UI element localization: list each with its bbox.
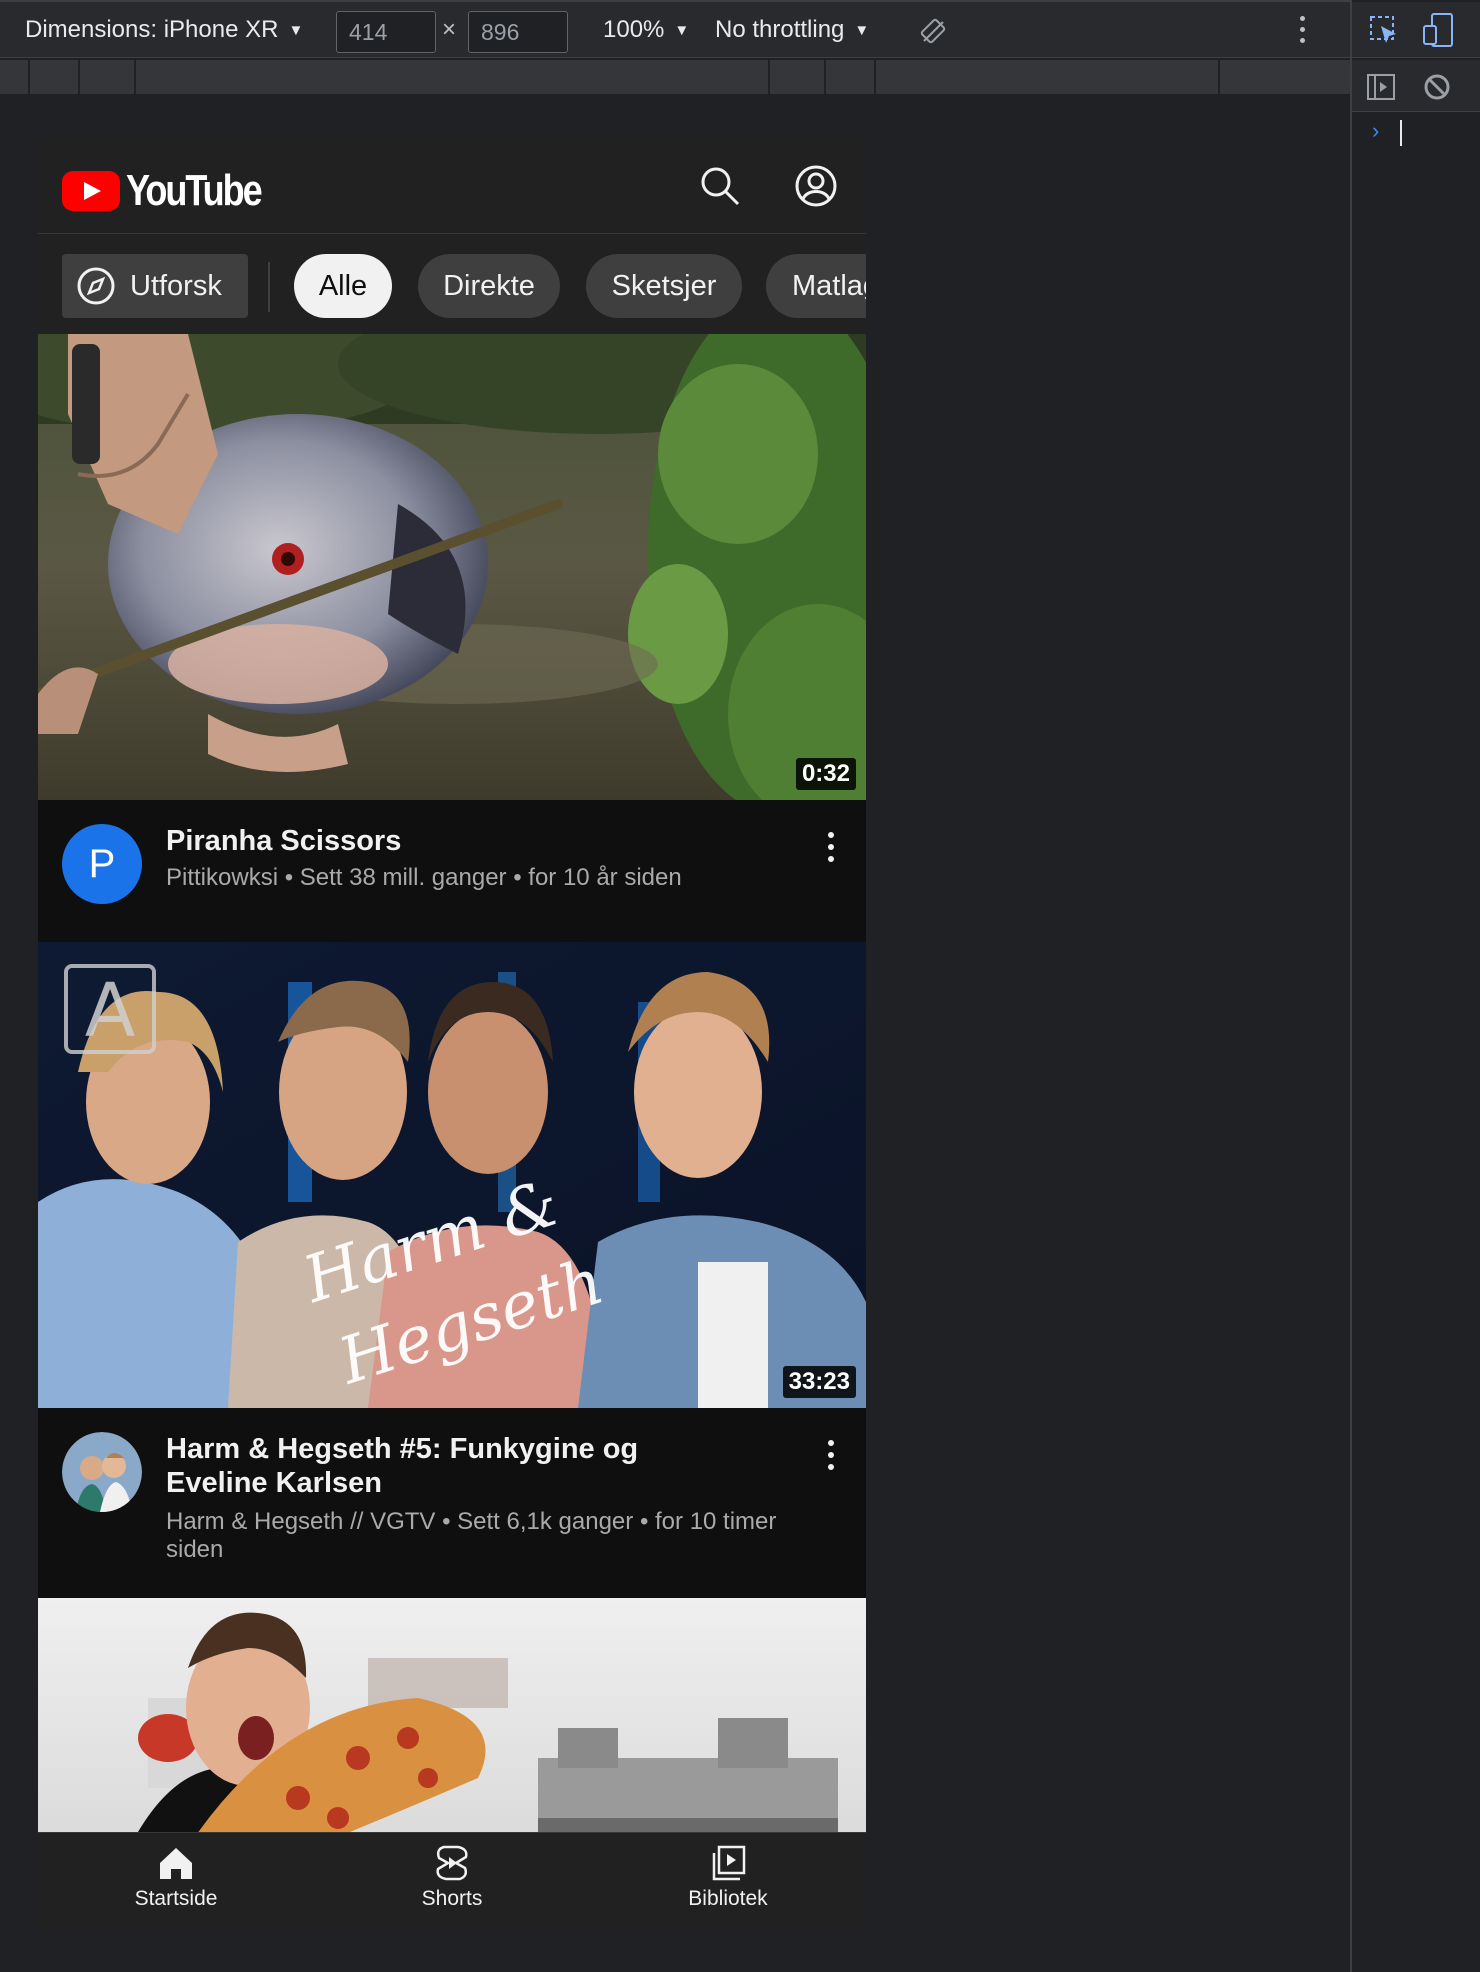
rotate-icon[interactable] bbox=[918, 16, 948, 46]
width-input[interactable]: 414 bbox=[336, 11, 436, 53]
nav-library-label: Bibliotek bbox=[688, 1887, 768, 1910]
video-feed: 0:32 P Piranha Scissors Pittikowksi • Se… bbox=[38, 334, 866, 1930]
video-thumbnail[interactable]: Harm & Hegseth A 33:23 bbox=[38, 942, 866, 1408]
chevron-down-icon: ▼ bbox=[674, 21, 690, 39]
height-input[interactable]: 896 bbox=[468, 11, 568, 53]
console-input[interactable] bbox=[1400, 120, 1402, 146]
svg-text:A: A bbox=[85, 968, 136, 1054]
video-subtitle: Pittikowksi • Sett 38 mill. ganger • for… bbox=[166, 864, 682, 891]
nav-shorts[interactable]: Shorts bbox=[372, 1843, 532, 1923]
chip-cooking[interactable]: Matlaging bbox=[766, 254, 866, 318]
filter-chip-bar: Utforsk Alle Direkte Sketsjer Matlaging bbox=[38, 234, 866, 334]
explore-chip-label: Utforsk bbox=[130, 269, 222, 302]
device-dimensions-dropdown[interactable]: Dimensions: iPhone XR ▼ bbox=[25, 16, 303, 44]
throttling-label: No throttling bbox=[715, 16, 845, 43]
device-viewport: YouTube Utforsk Alle Direkte Sketsjer Ma… bbox=[38, 138, 866, 1930]
youtube-play-icon bbox=[62, 171, 120, 211]
device-toggle-icon[interactable] bbox=[1422, 12, 1456, 48]
piranha-thumbnail-image bbox=[38, 334, 866, 800]
video-duration: 33:23 bbox=[782, 1366, 856, 1398]
video-more-icon[interactable] bbox=[828, 1440, 834, 1470]
zoom-label: 100% bbox=[603, 16, 665, 43]
chip-all[interactable]: Alle bbox=[294, 254, 392, 318]
video-meta: P Piranha Scissors Pittikowksi • Sett 38… bbox=[38, 800, 866, 942]
video-subtitle: Harm & Hegseth // VGTV • Sett 6,1k gange… bbox=[166, 1508, 777, 1563]
sidebar-toggle-icon[interactable] bbox=[1366, 72, 1396, 102]
search-icon[interactable] bbox=[698, 164, 742, 208]
channel-avatar[interactable] bbox=[62, 1432, 142, 1512]
chip-divider bbox=[268, 262, 270, 312]
video-title[interactable]: Piranha Scissors bbox=[166, 824, 726, 858]
dimension-times-sign: × bbox=[442, 16, 457, 43]
nav-library[interactable]: Bibliotek bbox=[648, 1843, 808, 1923]
library-icon bbox=[712, 1845, 746, 1881]
explore-chip[interactable]: Utforsk bbox=[62, 254, 248, 318]
youtube-logo[interactable]: YouTube bbox=[62, 166, 290, 216]
video-title[interactable]: Harm & Hegseth #5: Funkygine og Eveline … bbox=[166, 1432, 726, 1500]
inspect-element-icon[interactable] bbox=[1368, 14, 1400, 46]
clear-console-icon[interactable] bbox=[1422, 72, 1452, 102]
nav-home[interactable]: Startside bbox=[96, 1843, 256, 1923]
devtools-top-bar bbox=[1352, 2, 1480, 58]
home-icon bbox=[160, 1848, 192, 1879]
video-duration: 0:32 bbox=[795, 758, 856, 790]
video-meta: Harm & Hegseth #5: Funkygine og Eveline … bbox=[38, 1408, 866, 1598]
zoom-dropdown[interactable]: 100% ▼ bbox=[603, 16, 689, 44]
chevron-down-icon: ▼ bbox=[854, 21, 870, 39]
chip-sketches[interactable]: Sketsjer bbox=[586, 254, 742, 318]
chevron-down-icon: ▼ bbox=[288, 21, 304, 39]
console-prompt-icon: › bbox=[1372, 118, 1380, 143]
compass-icon bbox=[77, 267, 115, 305]
youtube-header: YouTube bbox=[38, 138, 866, 234]
chip-live[interactable]: Direkte bbox=[418, 254, 560, 318]
console-toolbar bbox=[1352, 60, 1480, 112]
harm-hegseth-thumbnail-image: Harm & Hegseth A bbox=[38, 942, 866, 1408]
device-dimensions-label: Dimensions: iPhone XR bbox=[25, 16, 279, 43]
device-toolbar: Dimensions: iPhone XR ▼ 414 × 896 100% ▼… bbox=[0, 0, 1350, 58]
channel-avatar[interactable]: P bbox=[62, 824, 142, 904]
devtools-panel: › bbox=[1350, 0, 1480, 1972]
more-options-icon[interactable] bbox=[1300, 16, 1305, 43]
media-query-ruler bbox=[0, 60, 1350, 94]
youtube-logo-text: YouTube bbox=[126, 166, 263, 215]
video-thumbnail[interactable]: 0:32 bbox=[38, 334, 866, 800]
video-more-icon[interactable] bbox=[828, 832, 834, 862]
account-icon[interactable] bbox=[794, 164, 838, 208]
nav-home-label: Startside bbox=[134, 1887, 218, 1910]
nav-shorts-label: Shorts bbox=[421, 1887, 483, 1910]
bottom-navigation: Startside Shorts Bibliotek bbox=[38, 1832, 866, 1930]
shorts-icon bbox=[436, 1845, 468, 1881]
throttling-dropdown[interactable]: No throttling ▼ bbox=[715, 16, 869, 44]
